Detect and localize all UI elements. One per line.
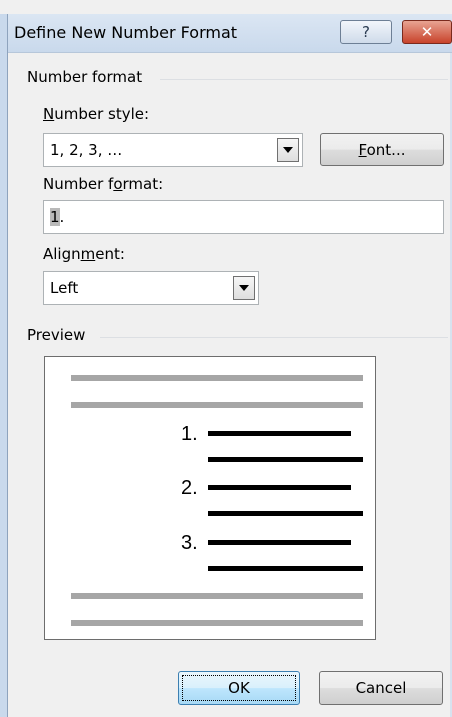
number-format-input[interactable]: 1. — [43, 200, 444, 234]
number-format-label-pre: Number f — [43, 175, 114, 193]
preview-number-3: 3. — [181, 532, 198, 554]
number-style-value: 1, 2, 3, … — [50, 141, 123, 159]
preview-black-line — [208, 540, 351, 545]
alignment-dropdown-button[interactable] — [233, 276, 255, 300]
window-title: Define New Number Format — [14, 23, 238, 42]
number-style-label-rest: umber style: — [54, 105, 150, 123]
preview-black-line — [208, 457, 363, 462]
number-style-select[interactable]: 1, 2, 3, … — [43, 133, 303, 167]
preview-black-line — [208, 485, 351, 490]
number-format-label-post: rmat: — [122, 175, 164, 193]
number-format-value: 1. — [50, 208, 64, 226]
preview-black-line — [208, 511, 363, 516]
preview-number-2: 2. — [181, 477, 198, 499]
ok-button[interactable]: OK — [178, 671, 300, 705]
close-icon: ✕ — [420, 23, 434, 41]
preview-group-label: Preview — [27, 326, 94, 344]
number-style-label: Number style: — [43, 105, 149, 123]
alignment-label-pre: Align — [43, 245, 81, 263]
define-number-format-dialog: Define New Number Format ? ✕ Number form… — [0, 0, 452, 717]
window-left-border — [0, 14, 8, 717]
chevron-down-icon — [283, 147, 293, 153]
number-format-label-accel: o — [113, 175, 123, 193]
preview-black-line — [208, 431, 351, 436]
number-format-group-divider — [160, 79, 448, 80]
ok-focus-ring — [182, 675, 296, 701]
number-format-group-label: Number format — [27, 68, 151, 86]
alignment-label-post: ent: — [95, 245, 125, 263]
font-button-accel: F — [358, 140, 367, 159]
alignment-label: Alignment: — [43, 245, 125, 263]
number-format-label: Number format: — [43, 175, 163, 193]
alignment-select[interactable]: Left — [43, 271, 259, 305]
preview-gray-line — [71, 593, 363, 599]
font-button[interactable]: Font... — [320, 133, 444, 166]
number-style-label-accel: N — [43, 105, 55, 123]
preview-pane: 1. 2. 3. — [44, 356, 376, 640]
preview-gray-line — [71, 402, 363, 408]
chevron-down-icon — [239, 285, 249, 291]
alignment-value: Left — [50, 279, 79, 297]
title-bar[interactable]: Define New Number Format ? ✕ — [8, 14, 452, 53]
help-button[interactable]: ? — [340, 20, 392, 44]
cancel-button-label: Cancel — [355, 679, 407, 697]
preview-group-divider — [100, 337, 448, 338]
preview-number-1: 1. — [181, 423, 198, 445]
font-button-label: Font... — [359, 141, 406, 159]
alignment-label-accel: m — [80, 245, 96, 263]
number-style-dropdown-button[interactable] — [277, 138, 299, 162]
help-icon: ? — [362, 23, 370, 41]
number-format-selected-text: 1 — [50, 208, 60, 226]
preview-black-line — [208, 566, 363, 571]
cancel-button[interactable]: Cancel — [319, 671, 443, 705]
preview-gray-line — [71, 375, 363, 381]
preview-gray-line — [71, 620, 363, 626]
font-button-rest: ont... — [366, 140, 406, 159]
number-format-rest-text: . — [59, 208, 65, 226]
close-button[interactable]: ✕ — [402, 20, 452, 44]
